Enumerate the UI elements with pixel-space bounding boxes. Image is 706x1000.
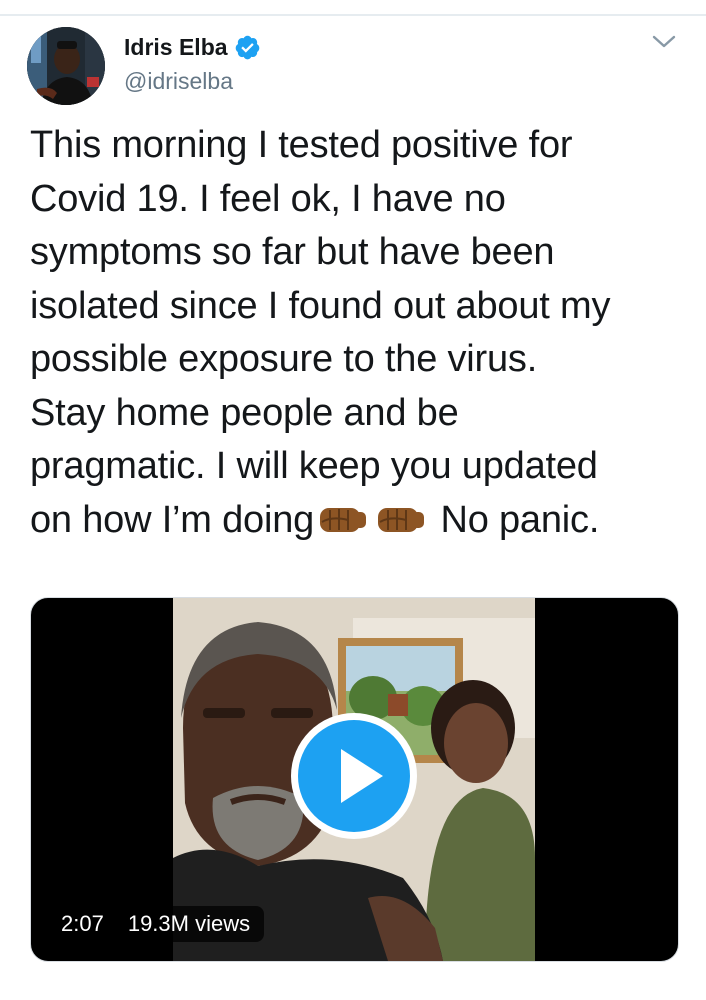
play-button[interactable]	[289, 711, 419, 841]
avatar[interactable]	[27, 27, 105, 105]
tweet-text-line: symptoms so far but have been	[30, 231, 555, 273]
tweet-text-last-line: on how I’m doing No panic.	[30, 494, 680, 548]
tweet-text: This morning I tested positive for Covid…	[30, 119, 680, 547]
oncoming-fist-icon	[376, 498, 426, 532]
avatar-image	[27, 27, 105, 105]
tweet-text-line: isolated since I found out about my	[30, 284, 611, 327]
author-handle[interactable]: @idriselba	[124, 68, 233, 95]
tweet-text-line: Covid 19. I feel ok, I have no	[30, 177, 506, 220]
video-view-count: 19.3M views	[127, 911, 251, 936]
play-icon	[291, 713, 417, 839]
tweet-text-segment: on how I’m doing	[30, 498, 315, 541]
tweet-text-segment: No panic.	[440, 498, 600, 541]
tweet-text-line: This morning I tested positive for	[30, 124, 573, 166]
chevron-down-icon[interactable]	[650, 32, 678, 52]
oncoming-fist-icon	[318, 498, 368, 532]
tweet-text-line: possible exposure to the virus.	[30, 338, 538, 380]
verified-badge-icon	[234, 34, 261, 61]
video-stats-badge: 2:07 19.3M views	[47, 906, 265, 942]
author-display-name[interactable]: Idris Elba	[124, 34, 228, 61]
video-duration: 2:07	[61, 911, 104, 936]
tweet-text-line: pragmatic. I will keep you updated	[30, 445, 598, 487]
author-name-row: Idris Elba	[124, 32, 261, 62]
top-divider	[0, 14, 706, 16]
video-player[interactable]: 2:07 19.3M views	[30, 597, 679, 962]
tweet-text-line: Stay home people and be	[30, 391, 459, 434]
